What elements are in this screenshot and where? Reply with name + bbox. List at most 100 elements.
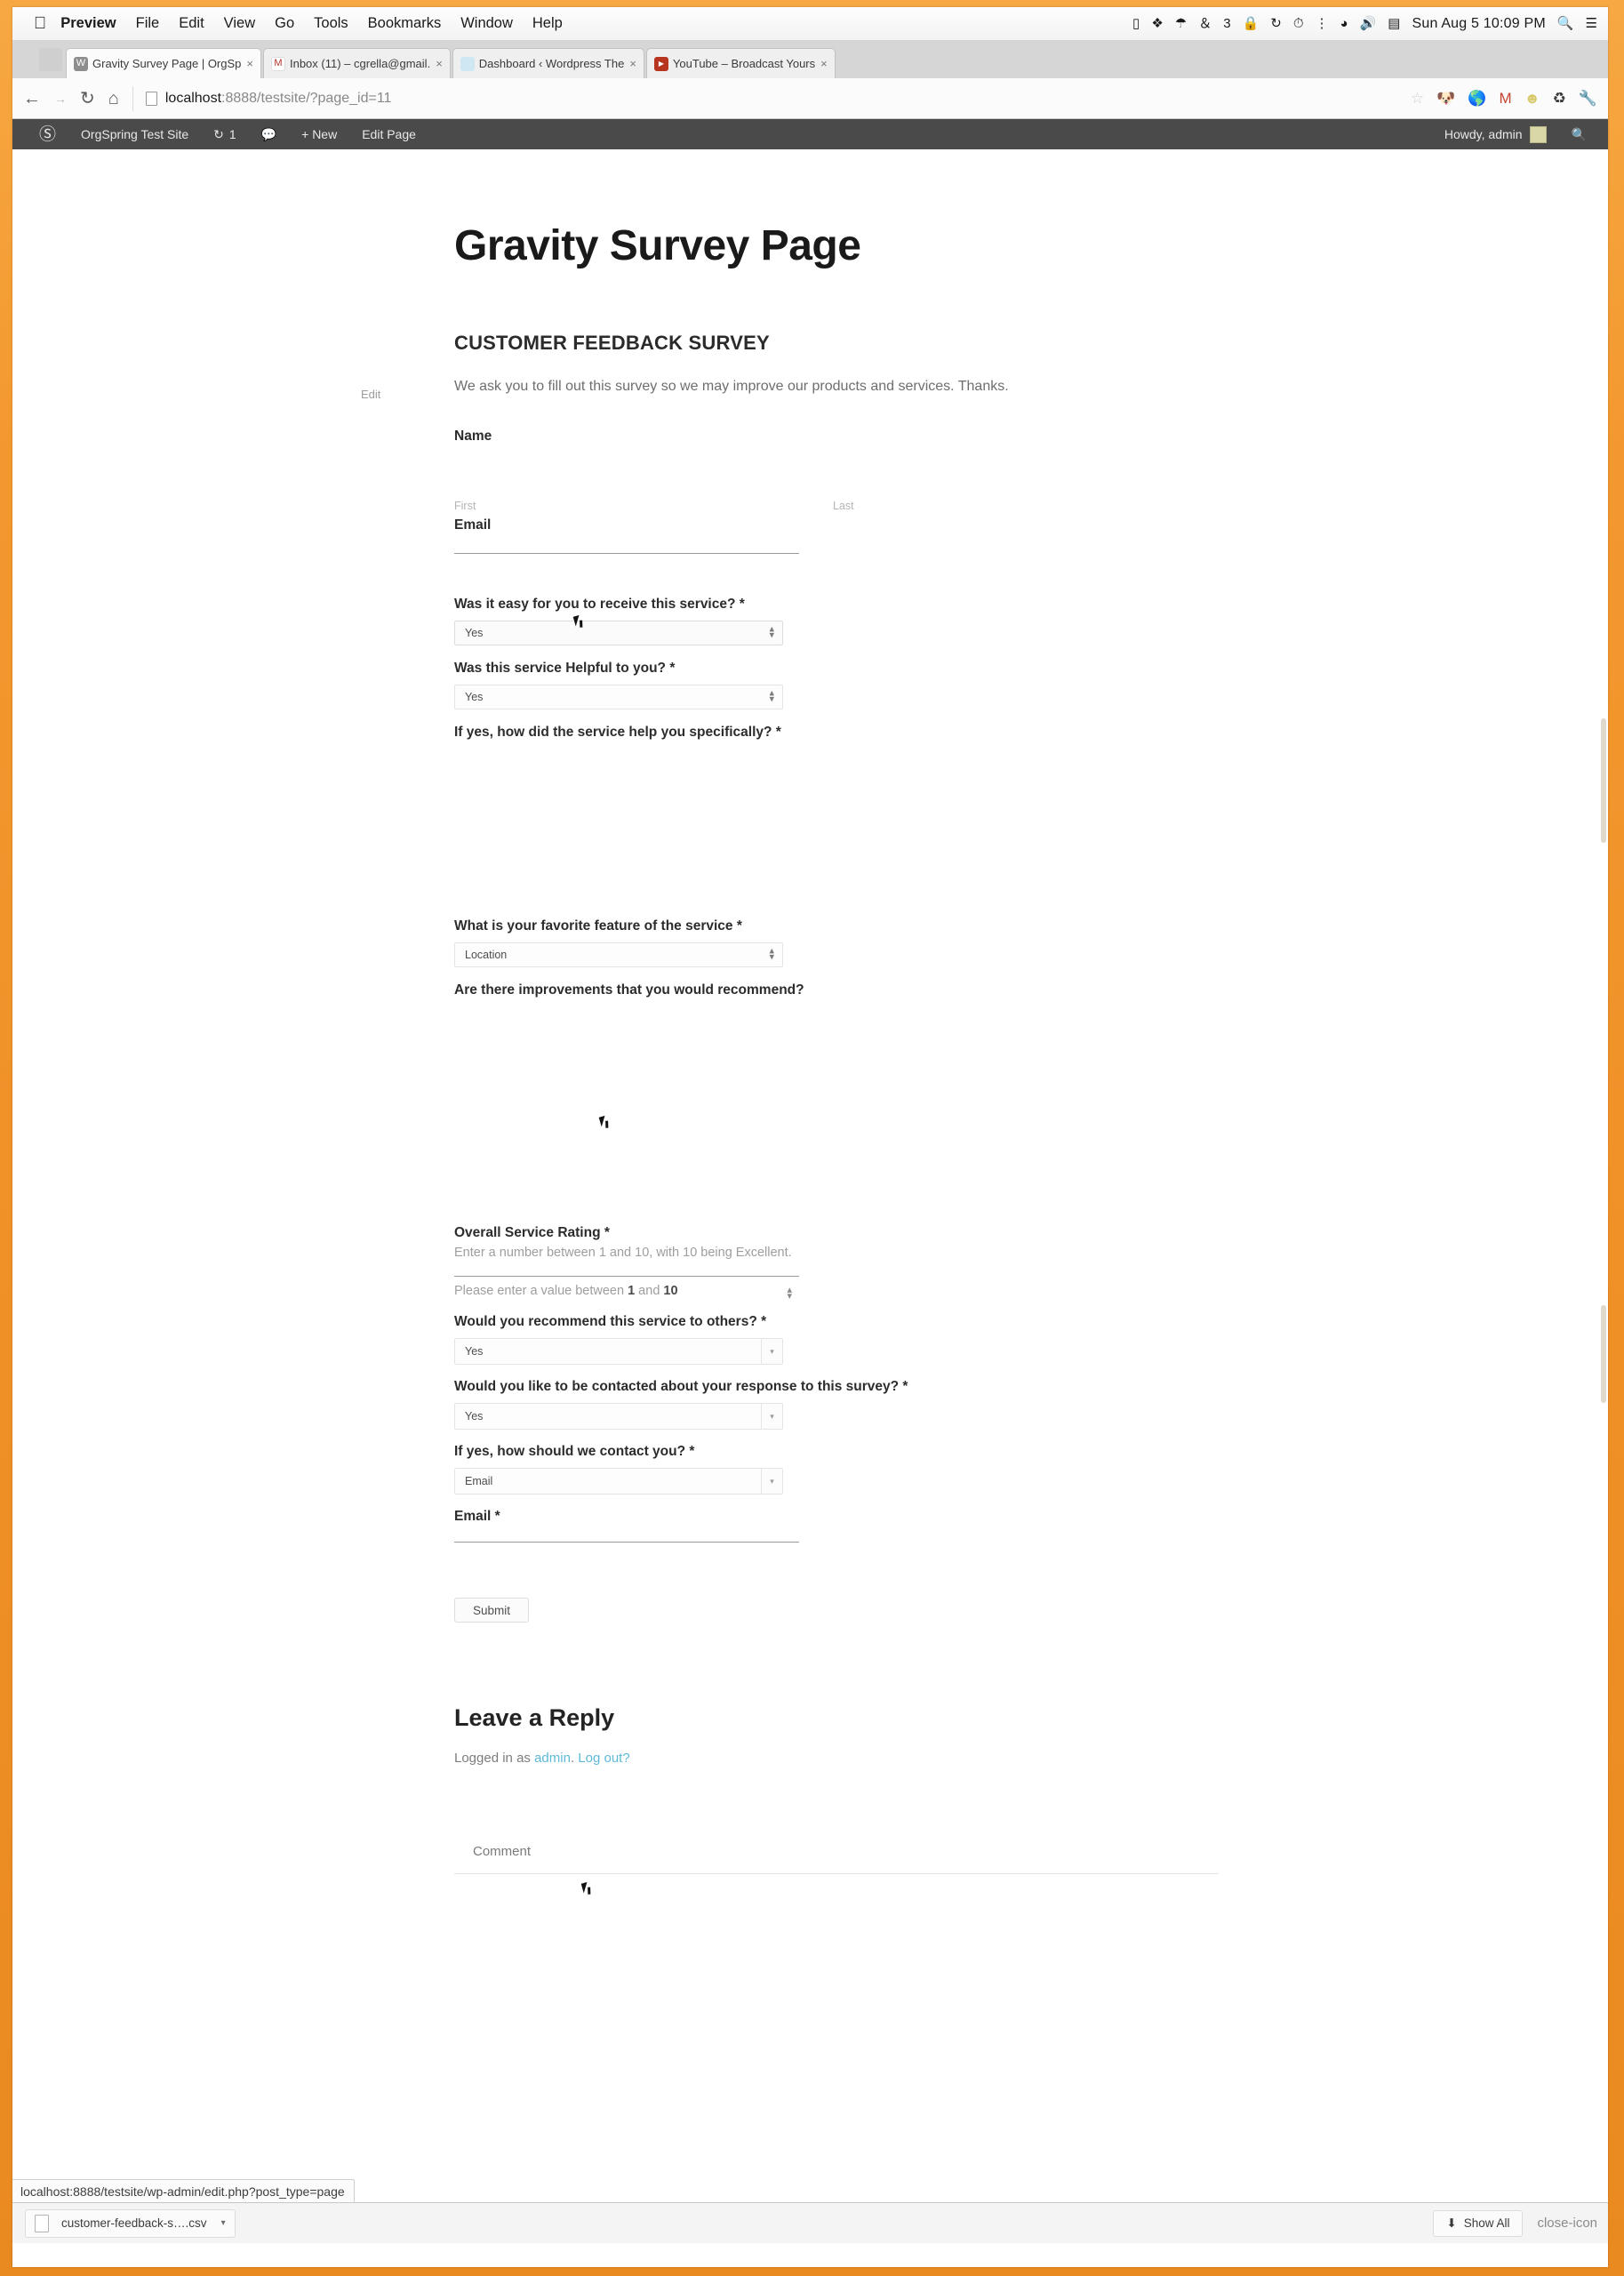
spotlight-search-icon[interactable]: 🔍 xyxy=(1557,17,1574,30)
recommend-others-select[interactable]: Yes ▾ xyxy=(454,1338,783,1366)
extension-dog-icon[interactable]: 🐶 xyxy=(1436,91,1455,106)
screen-recording-icon[interactable]: ▯ xyxy=(1132,17,1140,30)
cloud-icon[interactable]: ☂ xyxy=(1175,17,1187,30)
menu-bar-clock[interactable]: Sun Aug 5 10:09 PM xyxy=(1412,16,1545,32)
forward-arrow-icon[interactable]: → xyxy=(54,92,67,105)
label-text: Overall Service Rating xyxy=(454,1225,601,1241)
volume-icon[interactable]: 🔊 xyxy=(1360,17,1377,30)
address-bar[interactable]: localhost:8888/testsite/?page_id=11 xyxy=(132,85,1398,111)
chevron-down-icon[interactable]: ▾ xyxy=(761,1339,782,1365)
field-favorite-feature: What is your favorite feature of the ser… xyxy=(454,918,1254,968)
show-all-downloads-button[interactable]: ⬇ Show All xyxy=(1433,2209,1524,2237)
required-asterisk: * xyxy=(494,1509,500,1525)
timemachine-icon[interactable]: ⏱ xyxy=(1293,17,1304,30)
wordpress-logo-icon[interactable]: Ⓢ xyxy=(27,126,68,143)
browser-tab-strip: W Gravity Survey Page | OrgSp × M Inbox … xyxy=(12,41,1608,78)
field-label-helpful-service: Was this service Helpful to you? * xyxy=(454,661,1254,677)
sync-icon[interactable]: ↻ xyxy=(1270,17,1282,30)
gmail-checker-icon[interactable]: M xyxy=(1500,91,1512,106)
close-icon[interactable]: × xyxy=(820,57,828,70)
menu-edit[interactable]: Edit xyxy=(179,15,204,32)
page-viewport: Edit Gravity Survey Page CUSTOMER FEEDBA… xyxy=(12,149,1608,2202)
close-icon[interactable]: × xyxy=(436,57,443,70)
browser-tab-gravity-survey[interactable]: W Gravity Survey Page | OrgSp × xyxy=(66,48,261,78)
chevron-down-icon[interactable]: ▾ xyxy=(761,1469,782,1495)
menu-bar-status-area: ▯ ❖ ☂ ＆ 3 🔒 ↻ ⏱ ⋮ ◕ 🔊 ▤ Sun Aug 5 10:09 … xyxy=(1132,7,1597,40)
select-value: Yes xyxy=(465,1345,484,1358)
notification-center-icon[interactable]: ☰ xyxy=(1586,17,1597,30)
validation-prefix: Please enter a value between xyxy=(454,1284,628,1299)
tab-title: YouTube – Broadcast Yours xyxy=(672,57,816,70)
wifi-icon[interactable]: ◕ xyxy=(1340,17,1348,30)
menu-window[interactable]: Window xyxy=(460,15,513,32)
browser-tab-dashboard[interactable]: Dashboard ‹ Wordpress The × xyxy=(452,48,644,78)
favorite-feature-select[interactable]: Location ▴ ▾ xyxy=(454,942,783,968)
scrollbar-thumb[interactable] xyxy=(1601,718,1606,843)
required-asterisk: * xyxy=(689,1444,695,1460)
browser-tab-youtube[interactable]: ▶ YouTube – Broadcast Yours × xyxy=(645,48,836,78)
lock-icon[interactable]: 🔒 xyxy=(1243,17,1260,30)
field-label-improvements: Are there improvements that you would re… xyxy=(454,982,804,998)
logged-in-as: Logged in as admin. Log out? xyxy=(454,1732,1254,1766)
menu-help[interactable]: Help xyxy=(532,15,563,32)
menu-bookmarks[interactable]: Bookmarks xyxy=(368,15,442,32)
comment-textarea[interactable] xyxy=(454,1873,1219,1875)
menu-file[interactable]: File xyxy=(136,15,160,32)
browser-tab-inbox[interactable]: M Inbox (11) – cgrella@gmail. × xyxy=(262,48,451,78)
reload-icon[interactable]: ↻ xyxy=(80,90,95,108)
required-asterisk: * xyxy=(604,1225,610,1241)
helpful-service-select[interactable]: Yes ▴ ▾ xyxy=(454,685,783,710)
admin-profile-link[interactable]: admin xyxy=(534,1751,571,1766)
fontagent-icon[interactable]: ＆ xyxy=(1198,17,1212,30)
easy-service-select[interactable]: Yes ▴ ▾ xyxy=(454,621,783,646)
url-host: localhost xyxy=(164,90,222,106)
chevron-updown-icon: ▴ ▾ xyxy=(769,946,774,963)
adminbar-howdy[interactable]: Howdy, admin xyxy=(1432,125,1559,143)
improvements-textarea[interactable] xyxy=(454,998,1254,1185)
dropbox-icon[interactable]: ❖ xyxy=(1151,17,1163,30)
adminbar-site-name[interactable]: OrgSpring Test Site xyxy=(68,127,201,141)
close-icon[interactable]: × xyxy=(246,57,253,70)
bookmark-star-icon[interactable]: ☆ xyxy=(1411,91,1424,106)
recycle-icon[interactable]: ♻ xyxy=(1553,91,1566,106)
overall-rating-input[interactable]: ▴ ▾ xyxy=(454,1276,799,1301)
contact-method-select[interactable]: Email ▾ xyxy=(454,1468,783,1495)
menu-go[interactable]: Go xyxy=(275,15,294,32)
field-name: Name First Last xyxy=(454,398,1254,512)
menu-view[interactable]: View xyxy=(224,15,255,32)
page-scrollbar[interactable] xyxy=(1598,149,1608,2202)
bluetooth-icon[interactable]: ⋮ xyxy=(1316,17,1329,30)
chevron-down-icon[interactable]: ▾ xyxy=(221,2218,226,2228)
wp-search-icon[interactable]: 🔍 xyxy=(1559,127,1599,142)
battery-icon[interactable]: ▤ xyxy=(1388,17,1400,30)
close-downloads-shelf-icon[interactable]: close-icon xyxy=(1537,2216,1597,2231)
browser-extension-area: ☆ 🐶 🌎 M ☻ ♻ 🔧 xyxy=(1398,91,1597,106)
menu-app-name[interactable]: Preview xyxy=(60,15,116,32)
submit-button[interactable]: Submit xyxy=(454,1598,529,1623)
close-icon[interactable]: × xyxy=(629,57,636,70)
edit-post-link[interactable]: Edit xyxy=(361,388,380,401)
adminbar-updates[interactable]: ↻ 1 xyxy=(201,127,249,142)
download-item[interactable]: customer-feedback-s….csv ▾ xyxy=(25,2208,236,2238)
spinner-updown-icon[interactable]: ▴ ▾ xyxy=(787,1286,792,1301)
menu-tools[interactable]: Tools xyxy=(314,15,348,32)
adminbar-new[interactable]: + New xyxy=(289,127,349,141)
be-contacted-select[interactable]: Yes ▾ xyxy=(454,1403,783,1431)
home-icon[interactable]: ⌂ xyxy=(108,90,119,108)
wrench-menu-icon[interactable]: 🔧 xyxy=(1579,91,1597,106)
label-text: Would you recommend this service to othe… xyxy=(454,1314,757,1330)
apple-logo-icon[interactable]:  xyxy=(34,15,46,32)
help-specifically-textarea[interactable] xyxy=(454,741,1254,918)
extension-smiley-icon[interactable]: ☻ xyxy=(1524,91,1540,106)
validation-min: 1 xyxy=(628,1284,636,1299)
adminbar-comments[interactable]: 💬 xyxy=(249,127,289,142)
select-value: Email xyxy=(465,1475,493,1488)
chevron-down-icon[interactable]: ▾ xyxy=(761,1404,782,1430)
label-text: Would you like to be contacted about you… xyxy=(454,1379,900,1395)
log-out-link[interactable]: Log out? xyxy=(578,1751,629,1766)
validation-max: 10 xyxy=(663,1284,678,1299)
back-arrow-icon[interactable]: ← xyxy=(23,90,41,108)
extension-globe-icon[interactable]: 🌎 xyxy=(1468,91,1486,106)
adminbar-edit-page[interactable]: Edit Page xyxy=(349,127,428,141)
scrollbar-thumb-secondary[interactable] xyxy=(1601,1305,1606,1403)
